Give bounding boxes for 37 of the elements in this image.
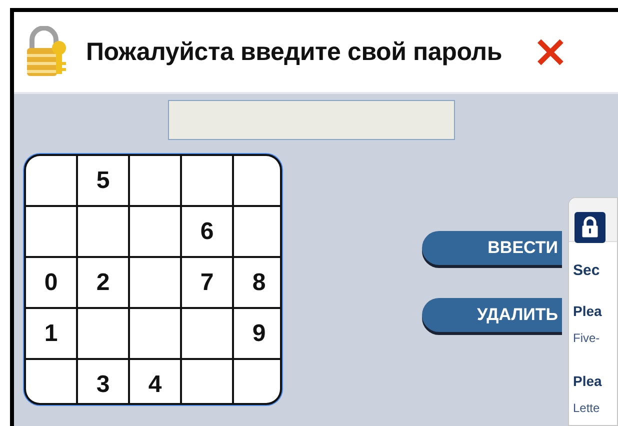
digit-key[interactable]: 9 xyxy=(234,309,280,358)
empty-key[interactable] xyxy=(234,156,280,205)
password-field[interactable] xyxy=(168,100,455,140)
empty-key[interactable] xyxy=(26,156,76,205)
empty-key[interactable] xyxy=(182,360,232,403)
empty-key[interactable] xyxy=(130,156,180,205)
digit-key[interactable]: 2 xyxy=(78,258,128,307)
digit-key[interactable]: 3 xyxy=(78,360,128,403)
digit-key[interactable]: 4 xyxy=(130,360,180,403)
action-button[interactable]: УДАЛИТЬ xyxy=(422,298,562,332)
empty-key[interactable] xyxy=(234,207,280,256)
empty-key[interactable] xyxy=(130,309,180,358)
empty-key[interactable] xyxy=(78,207,128,256)
dialog-title: Пожалуйста введите свой пароль xyxy=(86,38,502,66)
digit-key[interactable]: 5 xyxy=(78,156,128,205)
padlock-key-icon xyxy=(24,26,68,78)
digit-key[interactable]: 0 xyxy=(26,258,76,307)
action-button[interactable]: ВВЕСТИ xyxy=(422,231,562,265)
empty-key[interactable] xyxy=(26,207,76,256)
field-label: Plea xyxy=(573,303,603,319)
field-label: Plea xyxy=(573,373,603,389)
empty-key[interactable] xyxy=(182,156,232,205)
close-button[interactable]: × xyxy=(528,34,573,70)
empty-key[interactable] xyxy=(130,207,180,256)
field-hint: Lette xyxy=(573,401,601,415)
empty-key[interactable] xyxy=(182,309,232,358)
digit-key[interactable]: 8 xyxy=(234,258,280,307)
empty-key[interactable] xyxy=(234,360,280,403)
panel-heading: Sec xyxy=(573,262,601,279)
lock-icon xyxy=(574,212,606,243)
empty-key[interactable] xyxy=(78,309,128,358)
empty-key[interactable] xyxy=(130,258,180,307)
digit-key[interactable]: 1 xyxy=(26,309,76,358)
empty-key[interactable] xyxy=(26,360,76,403)
digit-key[interactable]: 7 xyxy=(182,258,232,307)
digit-key[interactable]: 6 xyxy=(182,207,232,256)
field-hint: Five- xyxy=(573,331,601,345)
